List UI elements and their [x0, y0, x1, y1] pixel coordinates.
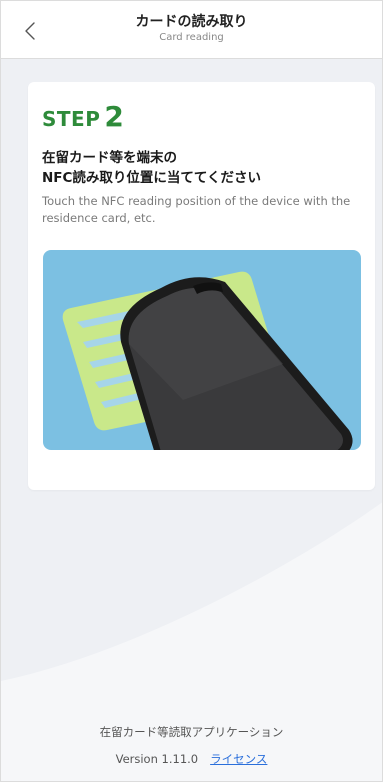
app-screen: カードの読み取り Card reading STEP 2 在留カード等を端末の N… — [0, 0, 383, 782]
version-label: Version 1.11.0 — [115, 752, 199, 766]
instruction-title: 在留カード等を端末の NFC読み取り位置に当ててください — [42, 148, 362, 188]
instruction-title-line1: 在留カード等を端末の — [42, 150, 177, 166]
step-indicator: STEP 2 — [42, 100, 124, 133]
version-line: Version 1.11.0 ライセンス — [1, 751, 382, 767]
license-link[interactable]: ライセンス — [210, 752, 267, 766]
step-number: 2 — [104, 100, 124, 133]
instruction-description: Touch the NFC reading position of the de… — [42, 194, 351, 225]
page-title: カードの読み取り — [135, 14, 248, 30]
instruction-card: STEP 2 在留カード等を端末の NFC読み取り位置に当ててください Touch… — [28, 82, 375, 490]
step-label: STEP — [42, 107, 101, 131]
instruction-title-line2: NFC読み取り位置に当ててください — [42, 170, 262, 186]
app-header: カードの読み取り Card reading — [1, 1, 382, 59]
app-name-label: 在留カード等読取アプリケーション — [99, 725, 284, 739]
page-subtitle: Card reading — [159, 32, 224, 43]
nfc-illustration — [43, 250, 361, 450]
phone-card-image — [43, 250, 361, 450]
